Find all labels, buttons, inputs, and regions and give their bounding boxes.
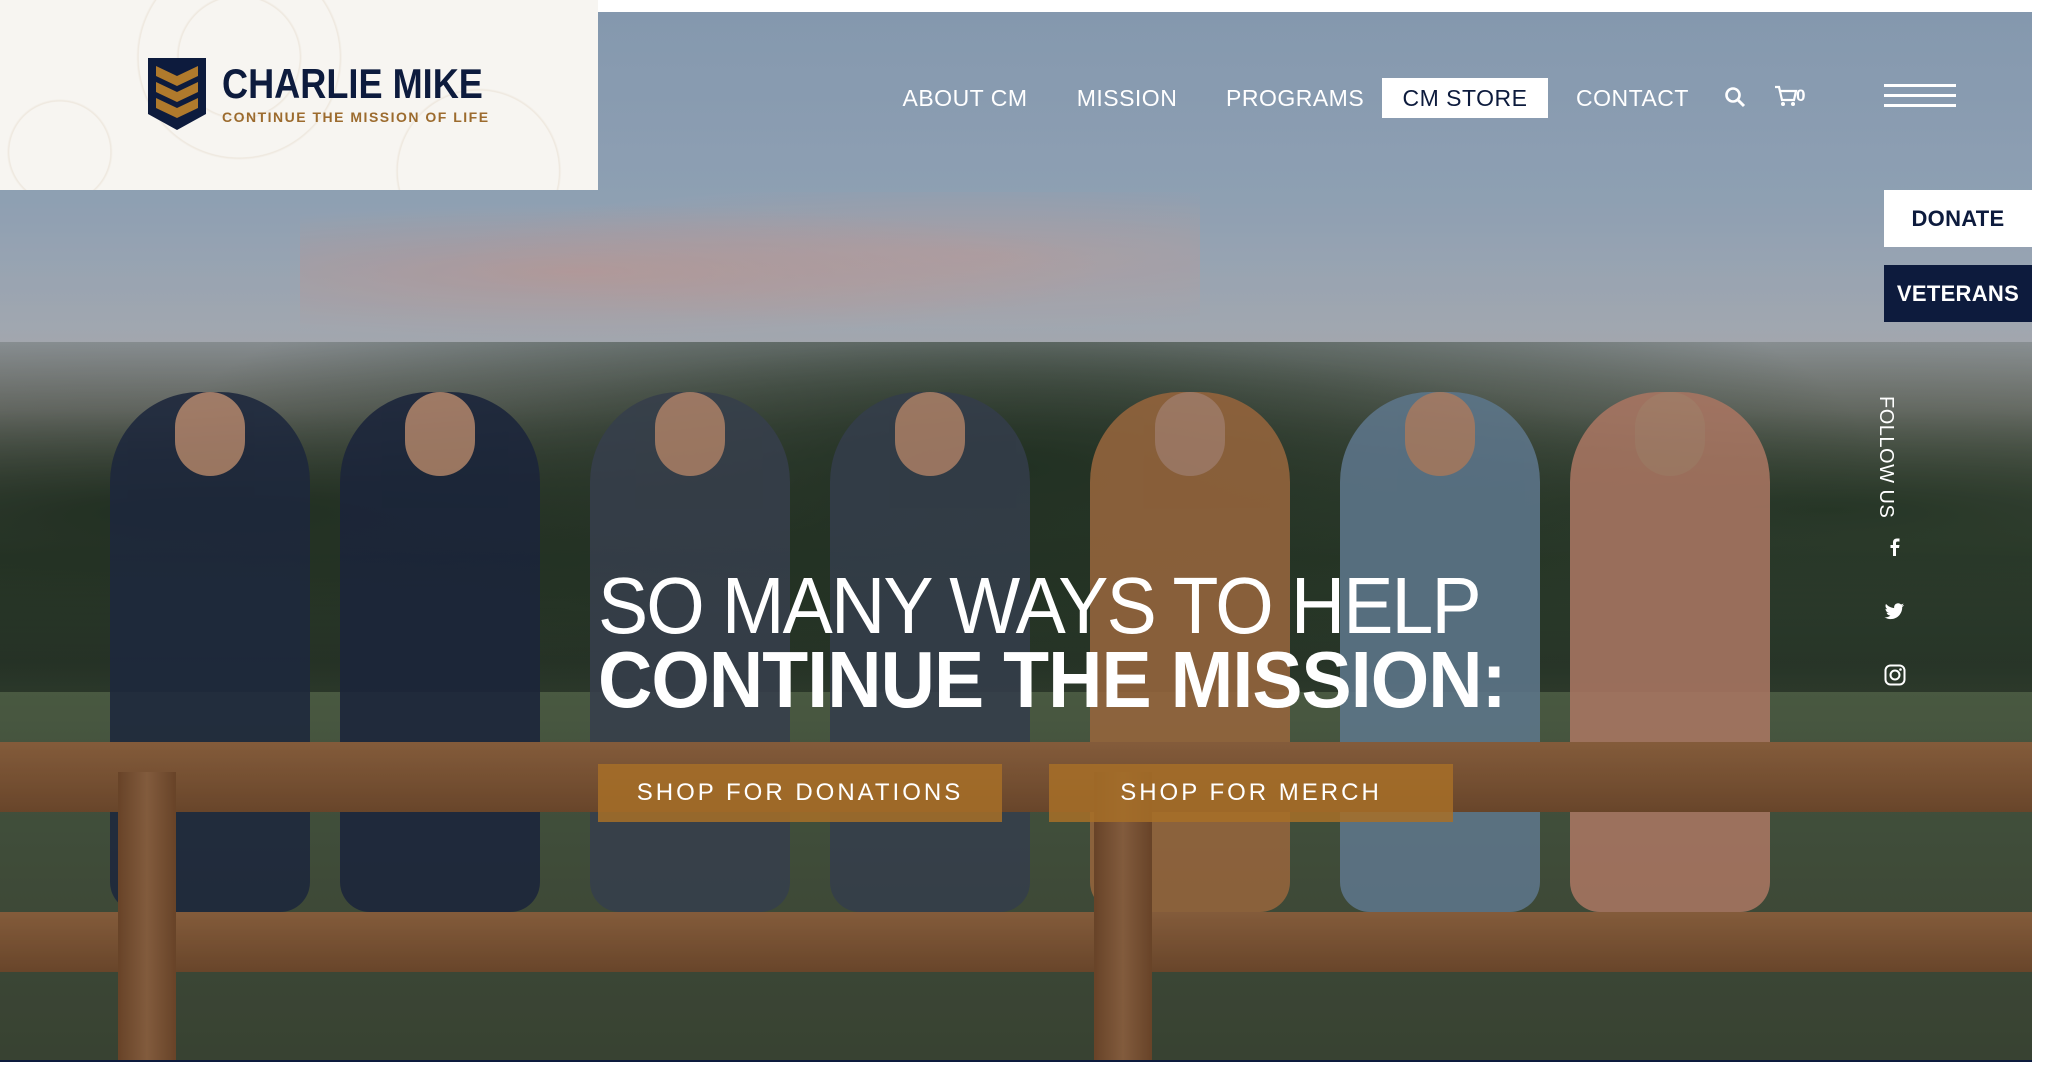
follow-us-label: FOLLOW US [1875,396,1897,519]
hero-headline: SO MANY WAYS TO HELP CONTINUE THE MISSIO… [598,566,1564,720]
twitter-icon[interactable] [1882,598,1908,624]
facebook-icon[interactable] [1882,534,1908,560]
cart-icon[interactable] [1774,85,1798,107]
nav-contact[interactable]: CONTACT [1576,78,1688,118]
site-logo[interactable]: CHARLIE MIKE CONTINUE THE MISSION OF LIF… [148,58,525,130]
shop-for-donations-button[interactable]: SHOP FOR DONATIONS [598,764,1002,822]
hero-bottom-border [0,1060,2032,1062]
hamburger-menu-icon[interactable] [1884,84,1956,108]
brand-tagline: CONTINUE THE MISSION OF LIFE [222,109,490,125]
nav-mission[interactable]: MISSION [1076,78,1178,118]
donate-button[interactable]: DONATE [1884,190,2032,247]
logo-panel: CHARLIE MIKE CONTINUE THE MISSION OF LIF… [0,0,598,190]
cart-count: 0 [1796,86,1806,105]
shop-for-merch-button[interactable]: SHOP FOR MERCH [1049,764,1453,822]
headline-line-1: SO MANY WAYS TO HELP [598,561,1482,650]
search-icon[interactable] [1724,86,1746,108]
nav-cm-store[interactable]: CM STORE [1382,78,1548,118]
nav-programs[interactable]: PROGRAMS [1226,78,1364,118]
headline-line-2: CONTINUE THE MISSION: [598,635,1507,724]
brand-name: CHARLIE MIKE [222,60,483,107]
charlie-mike-logo-icon [148,58,206,130]
veterans-button[interactable]: VETERANS [1884,265,2032,322]
nav-about-cm[interactable]: ABOUT CM [900,78,1030,118]
instagram-icon[interactable] [1882,662,1908,688]
